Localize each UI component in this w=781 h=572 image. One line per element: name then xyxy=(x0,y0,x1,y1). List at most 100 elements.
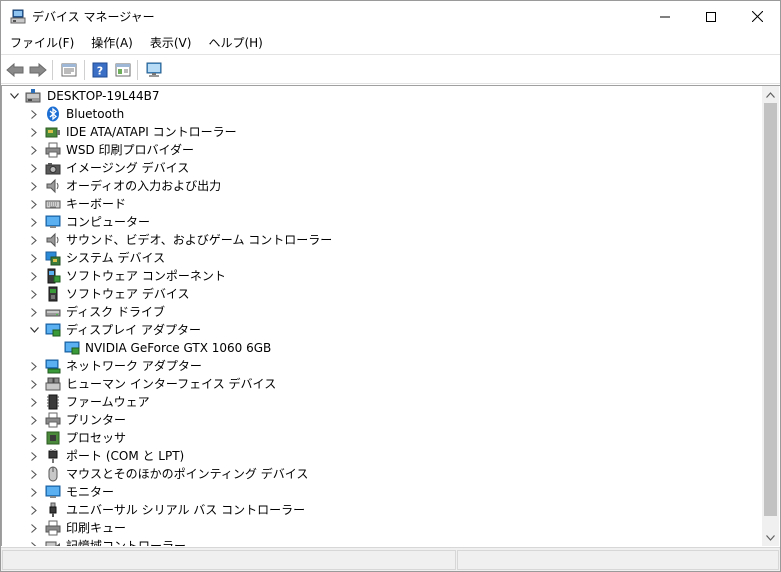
computer-icon xyxy=(25,88,41,104)
expand-chevron-icon[interactable] xyxy=(26,213,42,231)
status-pane-secondary xyxy=(457,550,779,570)
expand-chevron-icon[interactable] xyxy=(26,177,42,195)
expand-chevron-icon[interactable] xyxy=(26,303,42,321)
expand-chevron-icon[interactable] xyxy=(26,249,42,267)
expand-chevron-icon[interactable] xyxy=(26,231,42,249)
category-label: キーボード xyxy=(66,197,127,211)
category-label: 印刷キュー xyxy=(66,521,127,535)
tree-category-system[interactable]: システム デバイス xyxy=(2,249,762,267)
expand-chevron-icon[interactable] xyxy=(26,519,42,537)
menu-help[interactable]: ヘルプ(H) xyxy=(199,32,270,54)
tree-category-sound-video[interactable]: サウンド、ビデオ、およびゲーム コントローラー xyxy=(2,231,762,249)
tree-category-computer[interactable]: コンピューター xyxy=(2,213,762,231)
tree-category-port[interactable]: ポート (COM と LPT) xyxy=(2,447,762,465)
collapse-chevron-icon[interactable] xyxy=(6,87,22,105)
tree-category-display-adapter[interactable]: ディスプレイ アダプター xyxy=(2,321,762,339)
tree-root[interactable]: DESKTOP-19L44B7 xyxy=(2,87,762,105)
tree-category-disk-drive[interactable]: ディスク ドライブ xyxy=(2,303,762,321)
tree-category-storage-controller[interactable]: 記憶域コントローラー xyxy=(2,537,762,546)
expand-chevron-icon[interactable] xyxy=(26,429,42,447)
expand-chevron-icon[interactable] xyxy=(26,105,42,123)
vertical-scrollbar[interactable] xyxy=(762,86,779,546)
category-label: ファームウェア xyxy=(66,395,150,409)
expand-chevron-icon[interactable] xyxy=(26,357,42,375)
tree-category-ide[interactable]: IDE ATA/ATAPI コントローラー xyxy=(2,123,762,141)
minimize-button[interactable] xyxy=(642,1,688,32)
scroll-thumb[interactable] xyxy=(764,103,777,516)
category-label: ディスプレイ アダプター xyxy=(66,323,201,337)
expand-chevron-icon[interactable] xyxy=(26,447,42,465)
expand-chevron-icon[interactable] xyxy=(26,141,42,159)
scroll-up-button[interactable] xyxy=(762,86,779,103)
tree-category-processor[interactable]: プロセッサ xyxy=(2,429,762,447)
expand-chevron-icon[interactable] xyxy=(26,411,42,429)
tree-category-monitor[interactable]: モニター xyxy=(2,483,762,501)
hid-icon xyxy=(45,376,61,392)
menu-file[interactable]: ファイル(F) xyxy=(1,32,82,54)
menu-action[interactable]: 操作(A) xyxy=(82,32,141,54)
expand-chevron-icon[interactable] xyxy=(26,267,42,285)
category-label: ネットワーク アダプター xyxy=(66,359,202,373)
expand-chevron-icon[interactable] xyxy=(26,483,42,501)
expand-chevron-icon[interactable] xyxy=(26,465,42,483)
printer-icon xyxy=(45,520,61,536)
tree-category-mouse[interactable]: マウスとそのほかのポインティング デバイス xyxy=(2,465,762,483)
expand-chevron-icon[interactable] xyxy=(26,501,42,519)
tree-category-usb[interactable]: ユニバーサル シリアル バス コントローラー xyxy=(2,501,762,519)
expand-chevron-icon[interactable] xyxy=(26,375,42,393)
tree-category-audio-io[interactable]: オーディオの入力および出力 xyxy=(2,177,762,195)
scan-hardware-button[interactable] xyxy=(143,59,165,81)
tree-category-bluetooth[interactable]: Bluetooth xyxy=(2,105,762,123)
tree-category-printer[interactable]: プリンター xyxy=(2,411,762,429)
title-bar[interactable]: デバイス マネージャー xyxy=(1,1,780,32)
help-button[interactable]: ? xyxy=(89,59,111,81)
tree-category-hid[interactable]: ヒューマン インターフェイス デバイス xyxy=(2,375,762,393)
close-button[interactable] xyxy=(734,1,780,32)
toolbar: ? xyxy=(1,54,780,84)
tree-category-wsd[interactable]: WSD 印刷プロバイダー xyxy=(2,141,762,159)
category-label: プロセッサ xyxy=(66,431,127,445)
expand-chevron-icon[interactable] xyxy=(26,537,42,546)
chevron-down-icon xyxy=(766,534,775,541)
menu-view[interactable]: 表示(V) xyxy=(141,32,200,54)
category-label: ディスク ドライブ xyxy=(66,305,165,319)
expand-chevron-icon[interactable] xyxy=(26,159,42,177)
scroll-down-button[interactable] xyxy=(762,529,779,546)
expand-chevron-icon[interactable] xyxy=(26,285,42,303)
port-icon xyxy=(45,448,61,464)
maximize-button[interactable] xyxy=(688,1,734,32)
tree-category-print-queue[interactable]: 印刷キュー xyxy=(2,519,762,537)
device-tree[interactable]: DESKTOP-19L44B7 Bluetooth IDE ATA/ATAPI … xyxy=(1,85,780,546)
properties-icon xyxy=(61,63,77,77)
tree-category-imaging[interactable]: イメージング デバイス xyxy=(2,159,762,177)
tree-category-keyboard[interactable]: キーボード xyxy=(2,195,762,213)
forward-button[interactable] xyxy=(27,59,49,81)
expand-chevron-icon[interactable] xyxy=(26,393,42,411)
tree-category-network[interactable]: ネットワーク アダプター xyxy=(2,357,762,375)
menu-bar: ファイル(F) 操作(A) 表示(V) ヘルプ(H) xyxy=(1,32,780,54)
category-label: ソフトウェア デバイス xyxy=(66,287,190,301)
properties-button[interactable] xyxy=(58,59,80,81)
status-bar xyxy=(1,547,780,571)
system-device-icon xyxy=(45,250,61,266)
category-label: モニター xyxy=(66,485,115,499)
monitor-icon xyxy=(45,484,61,500)
tree-category-firmware[interactable]: ファームウェア xyxy=(2,393,762,411)
category-label: コンピューター xyxy=(66,215,151,229)
scan-hardware-icon xyxy=(146,62,162,77)
chevron-up-icon xyxy=(766,91,775,98)
category-label: オーディオの入力および出力 xyxy=(66,179,222,193)
back-button[interactable] xyxy=(4,59,26,81)
expand-chevron-icon[interactable] xyxy=(26,195,42,213)
tree-category-software-device[interactable]: ソフトウェア デバイス xyxy=(2,285,762,303)
minimize-icon xyxy=(660,16,670,17)
maximize-icon xyxy=(706,11,716,22)
view-button[interactable] xyxy=(112,59,134,81)
expand-chevron-icon[interactable] xyxy=(26,123,42,141)
tree-device-nvidia[interactable]: NVIDIA GeForce GTX 1060 6GB xyxy=(2,339,762,357)
collapse-chevron-icon[interactable] xyxy=(26,321,42,339)
tree-category-software-component[interactable]: ソフトウェア コンポーネント xyxy=(2,267,762,285)
usb-icon xyxy=(45,502,61,518)
monitor-icon xyxy=(45,214,61,230)
category-label: サウンド、ビデオ、およびゲーム コントローラー xyxy=(66,233,333,247)
